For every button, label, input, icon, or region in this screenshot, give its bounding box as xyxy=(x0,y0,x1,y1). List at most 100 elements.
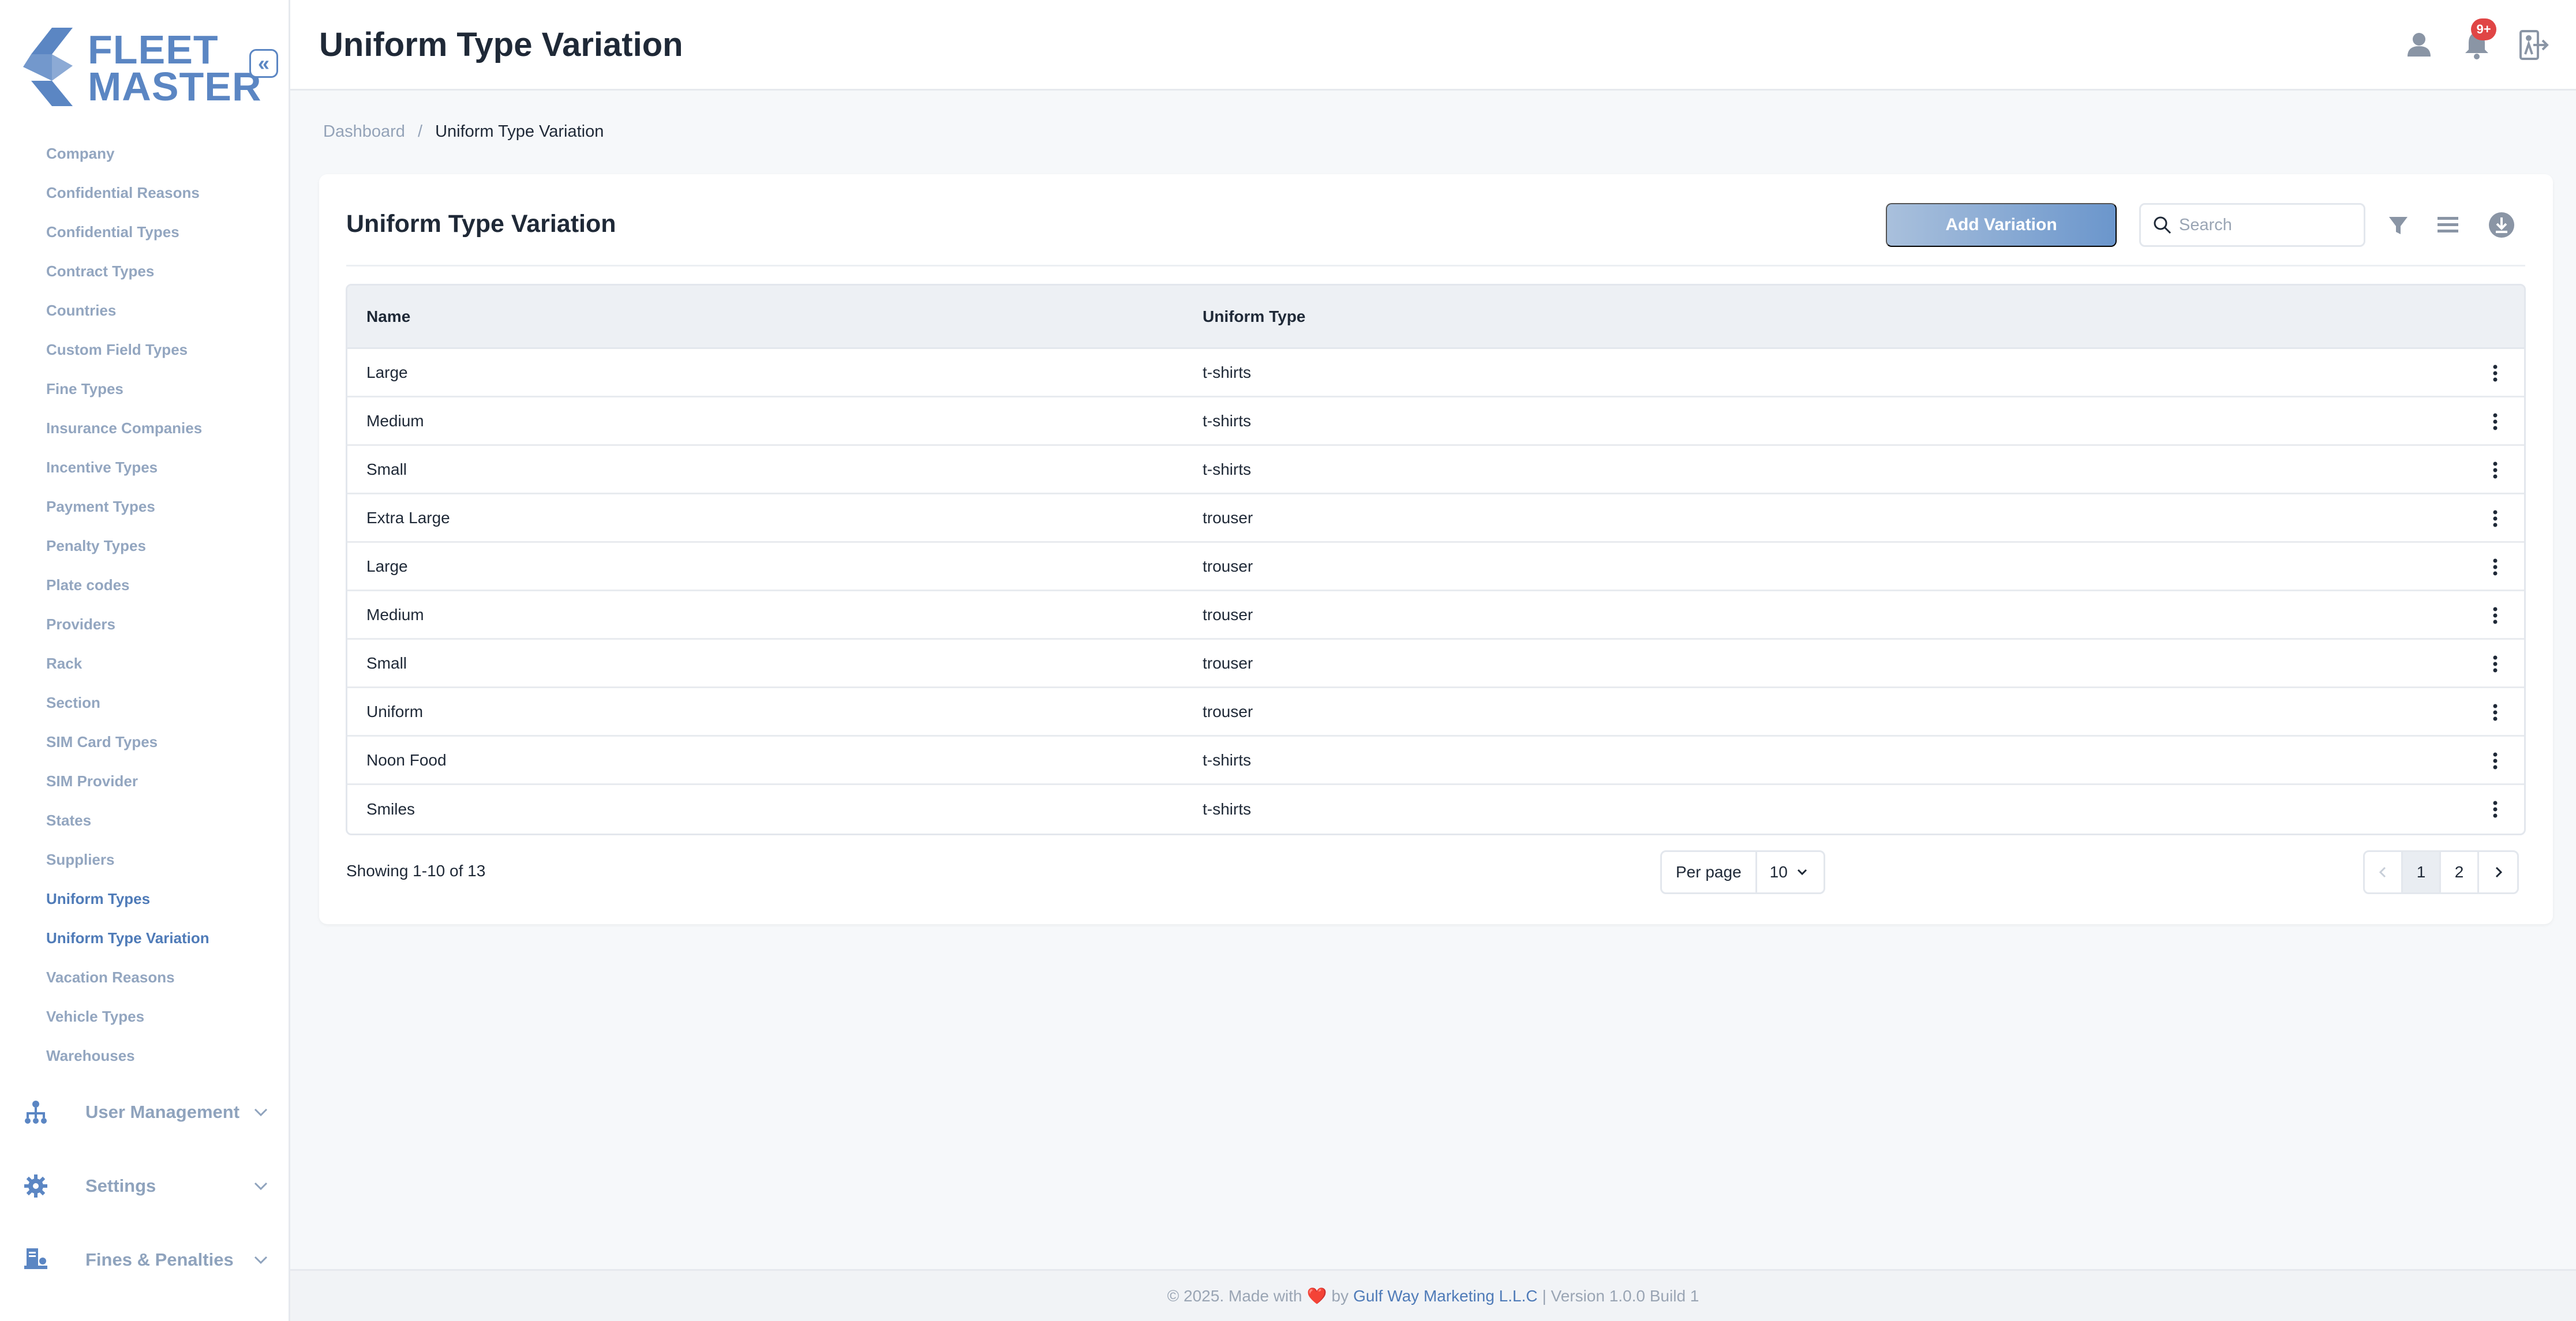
cell-uniform-type: t-shirts xyxy=(1203,411,1251,430)
sidebar-item[interactable]: Fine Types xyxy=(46,369,209,408)
sidebar-item[interactable]: Vacation Reasons xyxy=(46,958,209,997)
per-page-select[interactable]: Per page 10 xyxy=(1660,850,1825,894)
gear-icon xyxy=(23,1169,58,1203)
row-actions-kebab-icon[interactable] xyxy=(2485,702,2506,723)
pagination: 1 2 xyxy=(2363,850,2519,894)
table-row[interactable]: Large trouser xyxy=(347,543,2524,591)
breadcrumb-dashboard-link[interactable]: Dashboard xyxy=(323,122,405,141)
sidebar-group-user-management[interactable]: User Management xyxy=(23,1089,271,1135)
logout-icon[interactable] xyxy=(2516,28,2551,62)
sidebar-item[interactable]: Vehicle Types xyxy=(46,997,209,1036)
card-title: Uniform Type Variation xyxy=(346,210,616,238)
sidebar-item[interactable]: SIM Provider xyxy=(46,761,209,801)
table-row[interactable]: Medium t-shirts xyxy=(347,397,2524,446)
page-title: Uniform Type Variation xyxy=(319,26,683,63)
footer-company-link[interactable]: Gulf Way Marketing L.L.C xyxy=(1353,1287,1538,1305)
row-actions-kebab-icon[interactable] xyxy=(2485,605,2506,626)
cell-name: Large xyxy=(366,557,408,575)
sidebar-item[interactable]: Countries xyxy=(46,291,209,330)
sidebar-item[interactable]: Company xyxy=(46,134,209,173)
page-footer: © 2025. Made with ❤️ by Gulf Way Marketi… xyxy=(290,1269,2576,1321)
sidebar-item[interactable]: Section xyxy=(46,683,209,722)
notification-badge: 9+ xyxy=(2471,18,2496,40)
sidebar-item[interactable]: Warehouses xyxy=(46,1036,209,1075)
row-actions-kebab-icon[interactable] xyxy=(2485,799,2506,820)
cell-name: Smiles xyxy=(366,800,415,818)
sidebar-item[interactable]: Payment Types xyxy=(46,487,209,526)
table-body: Large t-shirts Medium t-shirts Small t-shirts… xyxy=(347,349,2524,834)
table-row[interactable]: Small t-shirts xyxy=(347,446,2524,494)
per-page-value-text: 10 xyxy=(1769,863,1788,881)
card-divider xyxy=(346,265,2525,267)
sidebar-item[interactable]: Rack xyxy=(46,644,209,683)
sidebar-item[interactable]: Uniform Type Variation xyxy=(46,918,209,958)
cell-name: Medium xyxy=(366,411,424,430)
breadcrumb-separator: / xyxy=(417,122,422,141)
collapse-sidebar-button[interactable]: « xyxy=(249,49,278,78)
next-page-button[interactable] xyxy=(2479,852,2517,892)
sidebar-item[interactable]: Confidential Reasons xyxy=(46,173,209,212)
sidebar-item[interactable]: Providers xyxy=(46,605,209,644)
add-variation-button[interactable]: Add Variation xyxy=(1886,203,2117,247)
sidebar-item[interactable]: States xyxy=(46,801,209,840)
sidebar-item[interactable]: Penalty Types xyxy=(46,526,209,565)
table-row[interactable]: Smiles t-shirts xyxy=(347,785,2524,834)
columns-icon[interactable] xyxy=(2433,210,2463,240)
sidebar-item[interactable]: Custom Field Types xyxy=(46,330,209,369)
search-icon xyxy=(2154,216,2171,234)
ticket-icon xyxy=(23,1243,58,1277)
cell-name: Small xyxy=(366,654,407,672)
chevron-down-icon xyxy=(254,1182,268,1191)
row-actions-kebab-icon[interactable] xyxy=(2485,750,2506,771)
table-row[interactable]: Medium trouser xyxy=(347,591,2524,640)
column-header-name[interactable]: Name xyxy=(366,307,410,326)
sidebar-item[interactable]: SIM Card Types xyxy=(46,722,209,761)
cell-uniform-type: t-shirts xyxy=(1203,363,1251,381)
page-button-2[interactable]: 2 xyxy=(2441,852,2479,892)
filter-icon[interactable] xyxy=(2383,210,2413,240)
user-icon[interactable] xyxy=(2402,28,2436,62)
sidebar-item[interactable]: Plate codes xyxy=(46,565,209,605)
content-card: Uniform Type Variation Add Variation Nam… xyxy=(319,174,2553,924)
per-page-value[interactable]: 10 xyxy=(1757,863,1810,881)
sidebar-item[interactable]: Incentive Types xyxy=(46,448,209,487)
sidebar-item[interactable]: Insurance Companies xyxy=(46,408,209,448)
fleet-master-logo[interactable]: FLEET MASTER xyxy=(23,25,261,107)
sidebar-settings-list: Company Confidential Reasons Confidential … xyxy=(46,134,209,1075)
cell-uniform-type: trouser xyxy=(1203,605,1253,624)
table-row[interactable]: Noon Food t-shirts xyxy=(347,737,2524,785)
download-icon[interactable] xyxy=(2487,210,2517,240)
prev-page-button[interactable] xyxy=(2365,852,2403,892)
logo-line-2: MASTER xyxy=(88,64,262,109)
cell-uniform-type: trouser xyxy=(1203,557,1253,575)
cell-name: Large xyxy=(366,363,408,381)
sidebar-group-settings[interactable]: Settings xyxy=(23,1163,271,1209)
column-header-uniform-type[interactable]: Uniform Type xyxy=(1203,307,1305,326)
search-input[interactable] xyxy=(2179,215,2352,235)
table-row[interactable]: Small trouser xyxy=(347,640,2524,688)
logo-mark-icon xyxy=(23,28,73,106)
breadcrumb-current: Uniform Type Variation xyxy=(435,122,604,141)
row-actions-kebab-icon[interactable] xyxy=(2485,363,2506,384)
sidebar-item[interactable]: Suppliers xyxy=(46,840,209,879)
row-actions-kebab-icon[interactable] xyxy=(2485,654,2506,674)
page-button-1[interactable]: 1 xyxy=(2403,852,2441,892)
row-actions-kebab-icon[interactable] xyxy=(2485,460,2506,481)
table-row[interactable]: Extra Large trouser xyxy=(347,494,2524,543)
row-actions-kebab-icon[interactable] xyxy=(2485,508,2506,529)
sidebar-item[interactable]: Uniform Types xyxy=(46,879,209,918)
table-row[interactable]: Large t-shirts xyxy=(347,349,2524,397)
table-row[interactable]: Uniform trouser xyxy=(347,688,2524,737)
sidebar-item[interactable]: Contract Types xyxy=(46,252,209,291)
logo-line-1: FLEET xyxy=(88,27,219,72)
sidebar-group-fines-penalties[interactable]: Fines & Penalties xyxy=(23,1237,271,1283)
cell-uniform-type: t-shirts xyxy=(1203,460,1251,478)
cell-name: Small xyxy=(366,460,407,478)
sidebar: FLEET MASTER « Company Confidential Reaso… xyxy=(0,0,290,1321)
row-actions-kebab-icon[interactable] xyxy=(2485,557,2506,577)
sidebar-item[interactable]: Confidential Types xyxy=(46,212,209,252)
sidebar-group-label: Fines & Penalties xyxy=(85,1249,234,1270)
cell-uniform-type: t-shirts xyxy=(1203,800,1251,818)
cell-name: Noon Food xyxy=(366,750,447,769)
row-actions-kebab-icon[interactable] xyxy=(2485,411,2506,432)
